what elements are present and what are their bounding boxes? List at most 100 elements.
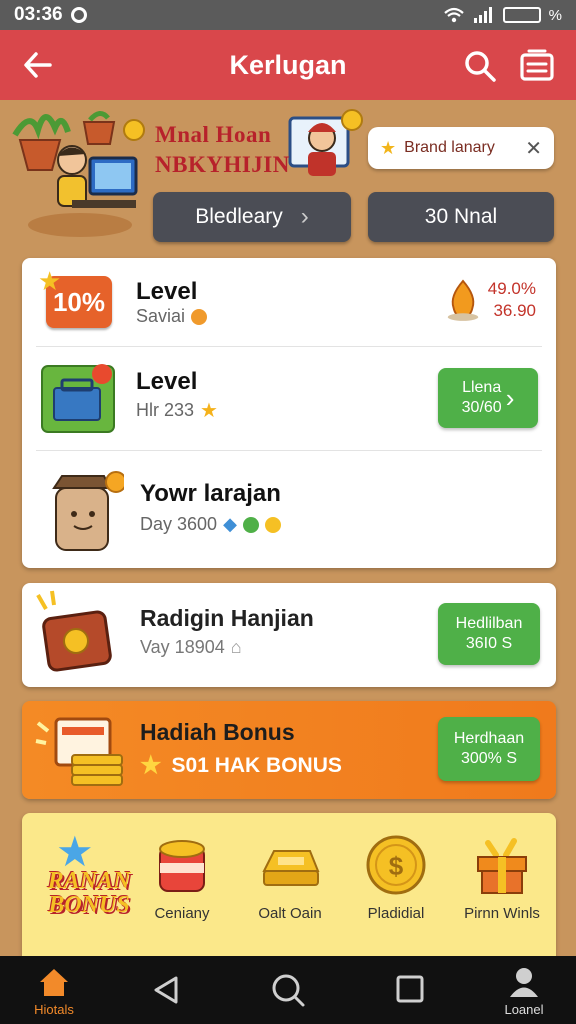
hero-headline: Mnal Hoan NBKYHIJIN	[155, 120, 290, 180]
row-subtitle: Saviai	[136, 306, 208, 327]
herdhaan-button-text: Herdhaan 300% S	[454, 729, 524, 769]
bonus-item-pirnn-winls[interactable]: Pirnn Winls	[452, 833, 552, 922]
close-icon[interactable]: ✕	[525, 136, 542, 161]
star-icon: ★	[380, 137, 397, 158]
bonus-title: Hadiah Bonus	[140, 719, 295, 745]
bonus-item-ceniany[interactable]: Ceniany	[132, 833, 232, 922]
nav-account-label: Loanel	[504, 1002, 544, 1017]
bonus-item-label: Pladidial	[367, 905, 425, 922]
nnal-label: 30 Nnal	[424, 205, 498, 228]
level-list-card: 10% ★ Level Saviai 49.0% 36.90 Level Hlr…	[22, 258, 556, 568]
row-subtitle: Hlr 233 ★	[136, 398, 218, 423]
herdhaan-line2: 300% S	[460, 750, 518, 767]
bonus-subtitle: ★ S01 HAK BONUS	[140, 751, 342, 780]
hedlilban-button[interactable]: Hedlilban 36I0 S	[438, 603, 540, 665]
page-title: Kerlugan	[229, 49, 347, 80]
chevron-right-icon: ›	[300, 203, 309, 230]
battery-text: %	[548, 6, 562, 24]
divider	[36, 450, 542, 451]
gem-icon: ◆	[223, 514, 237, 534]
nav-home-label: Hiotals	[34, 1002, 74, 1017]
coin-icon	[264, 516, 281, 533]
bonus-item-pladidial[interactable]: $ Pladidial	[346, 833, 446, 922]
gift-box-icon	[477, 838, 527, 894]
bottom-nav-bar: Hiotals Loanel	[0, 956, 576, 1024]
wifi-icon	[443, 7, 464, 23]
badge-line2: BONUS	[48, 892, 130, 918]
brand-pill-label: Brand lanary	[404, 139, 495, 156]
bonus-coupon-icon	[35, 717, 123, 786]
recents-square-icon[interactable]	[395, 974, 425, 1004]
row-title: Level	[136, 368, 198, 395]
llena-button[interactable]: Llena 30/60 ›	[438, 368, 538, 428]
hedlilban-line2: 36I0 S	[465, 635, 513, 652]
nav-home[interactable]: Hiotals	[14, 966, 94, 1017]
status-icons: %	[443, 6, 562, 24]
hedlilban-line1: Hedlilban	[455, 615, 523, 632]
reward-card: Radigin Hanjian Vay 18904 ⌂ Hedlilban 36I…	[22, 583, 556, 687]
divider	[36, 346, 542, 347]
chevron-right-icon: ›	[505, 383, 515, 413]
toolbox-icon	[41, 364, 115, 433]
signal-icon	[473, 7, 492, 23]
row-subtitle-text: Day 3600	[140, 514, 218, 534]
nnal-button[interactable]: 30 Nnal	[368, 192, 554, 242]
nav-account[interactable]: Loanel	[484, 966, 564, 1017]
llena-line2: 30/60	[461, 399, 502, 416]
status-bar: 03:36 %	[0, 0, 576, 30]
list-item[interactable]: 10% ★ Level Saviai 49.0% 36.90	[22, 258, 556, 354]
home-icon	[40, 969, 68, 996]
bonus-subtitle-text: S01 HAK BONUS	[171, 753, 342, 777]
jar-icon	[159, 840, 205, 892]
bonus-item-oalt-oain[interactable]: Oalt Oain	[240, 833, 340, 922]
search-icon[interactable]	[270, 972, 306, 1008]
hedlilban-button-text: Hedlilban 36I0 S	[456, 614, 523, 654]
badge-line1: RANAN	[47, 868, 131, 894]
treasure-chest-icon	[36, 590, 112, 672]
back-arrow-icon[interactable]	[20, 48, 56, 82]
star-icon: ★	[200, 400, 218, 422]
gold-bar-icon	[262, 850, 320, 886]
back-triangle-icon[interactable]	[150, 974, 182, 1006]
bledleary-label: Bledleary	[195, 205, 283, 228]
house-icon: ⌂	[230, 637, 242, 657]
llena-line1: Llena	[462, 379, 502, 396]
row-title: Level	[136, 278, 198, 305]
status-time: 03:36	[14, 4, 63, 25]
row-subtitle: Day 3600 ◆	[140, 514, 281, 535]
progress-values: 49.0% 36.90	[488, 278, 536, 322]
hero-headline-line2: NBKYHIJIN	[155, 152, 290, 177]
bonus-card: Hadiah Bonus ★ S01 HAK BONUS Herdhaan 300…	[22, 701, 556, 799]
herdhaan-button[interactable]: Herdhaan 300% S	[438, 717, 540, 781]
herdhaan-line1: Herdhaan	[453, 730, 525, 747]
notification-icon	[70, 7, 87, 23]
list-item[interactable]: Yowr larajan Day 3600 ◆	[22, 462, 556, 558]
badge-text: RANAN BONUS	[36, 869, 142, 917]
bonus-item-label: Pirnn Winls	[464, 905, 540, 922]
percent-value: 49.0%	[487, 279, 536, 298]
svg-text:$: $	[389, 851, 404, 881]
points-value: 36.90	[493, 301, 536, 320]
bonus-item-label: Ceniany	[154, 905, 210, 922]
person-icon	[510, 968, 538, 997]
brand-pill-button[interactable]: ★ Brand lanary ✕	[368, 127, 554, 169]
reward-subtitle: Vay 18904 ⌂	[140, 637, 242, 658]
search-icon[interactable]	[462, 48, 498, 84]
row-subtitle-text: Saviai	[136, 306, 186, 326]
hero-headline-line1: Mnal Hoan	[155, 122, 272, 147]
reward-title: Radigin Hanjian	[140, 605, 314, 631]
leaf-icon	[242, 516, 259, 533]
coin-icon: $	[366, 835, 426, 895]
bonus-strip: ★ RANAN BONUS Ceniany Oalt Oain $ Pladid…	[22, 813, 556, 958]
bledleary-button[interactable]: Bledleary ›	[153, 192, 351, 242]
flame-icon	[447, 279, 479, 321]
ranan-bonus-badge[interactable]: ★ RANAN BONUS	[36, 828, 142, 935]
list-item[interactable]: Level Hlr 233 ★ Llena 30/60 ›	[22, 354, 556, 450]
star-icon: ★	[38, 266, 62, 296]
battery-icon	[502, 7, 541, 23]
character-avatar-icon	[52, 471, 124, 551]
ticket-icon[interactable]	[518, 46, 556, 84]
hero-banner: Mnal Hoan NBKYHIJIN ★ Brand lanary ✕ Ble…	[0, 100, 576, 258]
app-bar: Kerlugan	[0, 30, 576, 100]
llena-button-text: Llena 30/60	[462, 378, 502, 418]
